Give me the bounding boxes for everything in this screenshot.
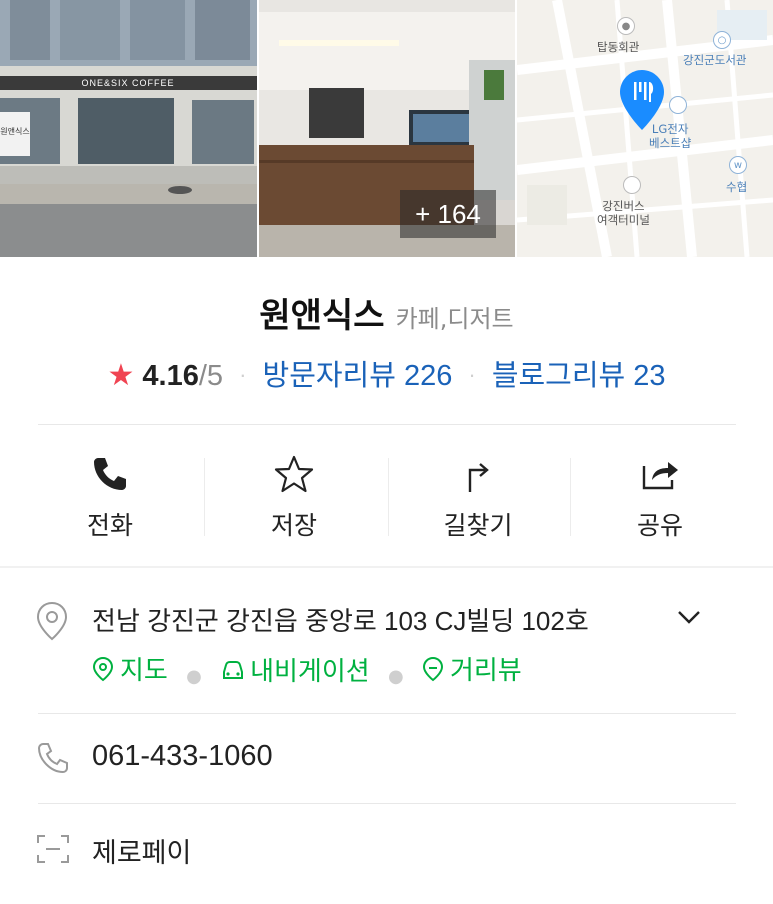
action-bar: 전화 저장 길찾기 공유 bbox=[0, 440, 773, 550]
map-label-library: 강진군도서관 bbox=[683, 53, 747, 67]
shop-marker-icon bbox=[669, 96, 687, 114]
star-icon bbox=[274, 455, 314, 493]
map-link-label: 지도 bbox=[120, 656, 168, 686]
map-label-lg: LG전자 베스트샵 bbox=[649, 122, 691, 150]
call-label: 전화 bbox=[86, 511, 133, 540]
restaurant-pin-icon bbox=[620, 70, 664, 130]
streetview-link-label: 거리뷰 bbox=[449, 656, 522, 686]
storefront-photo[interactable]: ONE&SIX COFFEE 원앤식스 bbox=[0, 0, 257, 257]
photo-strip: ONE&SIX COFFEE 원앤식스 + 164 ● 탑동회관 ○ 강진군도서… bbox=[0, 0, 773, 257]
divider bbox=[38, 424, 736, 425]
address-text[interactable]: 전남 강진군 강진읍 중앙로 103 CJ빌딩 102호 bbox=[92, 601, 589, 638]
map-label-suhyup: 수협 bbox=[726, 180, 748, 194]
navigation-link-label: 내비게이션 bbox=[250, 657, 370, 687]
streetview-icon bbox=[422, 656, 443, 681]
directions-button[interactable]: 길찾기 bbox=[388, 440, 568, 550]
rating-row: ★ 4.16/5 · 방문자리뷰 226 · 블로그리뷰 23 bbox=[0, 352, 773, 394]
map-label-lg-line1: LG전자 bbox=[651, 122, 689, 136]
rating-value: 4.16 bbox=[142, 360, 199, 392]
phone-outline-icon bbox=[37, 743, 68, 774]
divider bbox=[38, 803, 736, 804]
map-label-bus-line2: 여객터미널 bbox=[597, 213, 650, 227]
storefront-sign: ONE&SIX COFFEE bbox=[81, 78, 175, 88]
address-links: 지도 ● 내비게이션 ● 거리뷰 bbox=[92, 650, 522, 689]
blog-reviews-link[interactable]: 블로그리뷰 23 bbox=[492, 360, 666, 392]
rating-max: /5 bbox=[198, 360, 224, 392]
section-separator bbox=[0, 566, 773, 568]
map-thumbnail[interactable]: ● 탑동회관 ○ 강진군도서관 LG전자 베스트샵 w 수협 강진버스 여객터미… bbox=[517, 0, 773, 257]
place-category: 카페,디저트 bbox=[395, 305, 514, 333]
bus-marker-icon bbox=[623, 176, 641, 194]
separator-dot: · bbox=[468, 362, 476, 387]
landmark-marker-icon: ● bbox=[617, 17, 635, 35]
location-pin-icon bbox=[36, 601, 68, 641]
map-label-lg-line2: 베스트샵 bbox=[649, 136, 692, 150]
directions-icon bbox=[468, 463, 489, 492]
map-link[interactable]: 지도 bbox=[92, 650, 168, 687]
save-label: 저장 bbox=[270, 511, 317, 540]
call-button[interactable]: 전화 bbox=[20, 440, 200, 550]
bank-marker-icon: w bbox=[729, 156, 747, 174]
library-marker-icon: ○ bbox=[713, 31, 731, 49]
phone-number[interactable]: 061-433-1060 bbox=[92, 740, 273, 773]
streetview-link[interactable]: 거리뷰 bbox=[422, 650, 522, 687]
chevron-down-icon[interactable] bbox=[676, 606, 702, 628]
map-label-tapdong: 탑동회관 bbox=[597, 40, 640, 54]
visitor-reviews-link[interactable]: 방문자리뷰 226 bbox=[263, 360, 453, 392]
place-title: 원앤식스 카페,디저트 bbox=[0, 288, 773, 337]
more-photos-badge[interactable]: + 164 bbox=[400, 190, 496, 238]
map-label-bus-line1: 강진버스 bbox=[602, 199, 645, 213]
storefront-banner: 원앤식스 bbox=[0, 127, 30, 136]
payment-scan-icon bbox=[37, 835, 69, 863]
phone-icon bbox=[94, 458, 126, 490]
interior-photo[interactable]: + 164 bbox=[259, 0, 515, 257]
save-button[interactable]: 저장 bbox=[204, 440, 384, 550]
rating-star-icon: ★ bbox=[107, 359, 135, 392]
separator-dot: ● bbox=[387, 665, 404, 687]
map-pin-icon bbox=[92, 656, 114, 681]
map-label-bus-terminal: 강진버스 여객터미널 bbox=[597, 199, 650, 227]
separator-dot: · bbox=[239, 362, 247, 387]
directions-label: 길찾기 bbox=[443, 511, 513, 540]
place-name: 원앤식스 bbox=[259, 296, 385, 336]
separator-dot: ● bbox=[186, 665, 202, 687]
share-icon bbox=[642, 462, 678, 490]
share-label: 공유 bbox=[636, 511, 683, 540]
car-icon bbox=[223, 660, 244, 679]
navigation-link[interactable]: 내비게이션 bbox=[220, 651, 370, 688]
share-button[interactable]: 공유 bbox=[570, 440, 750, 550]
divider bbox=[38, 713, 736, 714]
payment-method: 제로페이 bbox=[92, 838, 192, 869]
